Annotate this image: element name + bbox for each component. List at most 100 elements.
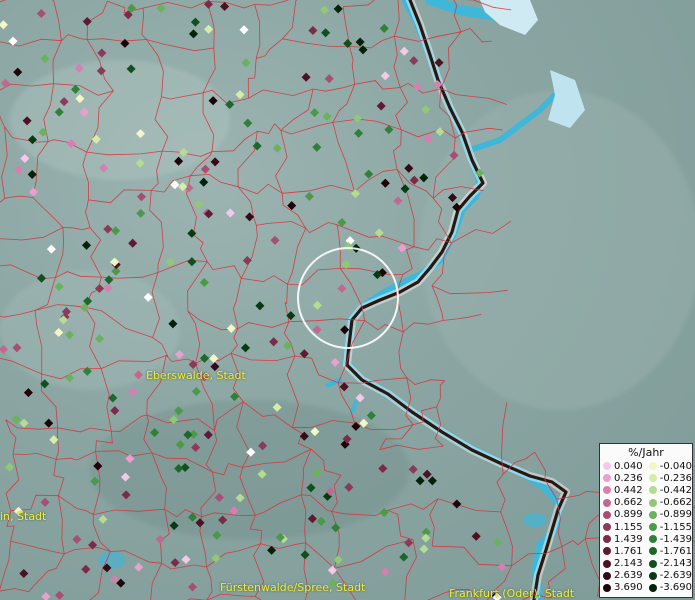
measurement-point[interactable] xyxy=(380,71,390,81)
measurement-point[interactable] xyxy=(108,393,118,403)
measurement-point[interactable] xyxy=(421,533,431,543)
measurement-point[interactable] xyxy=(350,189,360,199)
measurement-point[interactable] xyxy=(240,343,251,353)
measurement-point[interactable] xyxy=(421,105,431,115)
measurement-point[interactable] xyxy=(199,177,209,187)
measurement-point[interactable] xyxy=(376,101,386,111)
measurement-point[interactable] xyxy=(330,357,340,367)
measurement-point[interactable] xyxy=(111,226,121,236)
measurement-point[interactable] xyxy=(269,337,279,347)
measurement-point[interactable] xyxy=(20,153,30,164)
measurement-point[interactable] xyxy=(0,20,8,30)
measurement-point[interactable] xyxy=(187,582,198,592)
measurement-point[interactable] xyxy=(19,568,29,579)
measurement-point[interactable] xyxy=(333,4,343,14)
measurement-point[interactable] xyxy=(165,257,175,267)
measurement-point[interactable] xyxy=(156,3,166,13)
measurement-point[interactable] xyxy=(187,228,197,238)
measurement-point[interactable] xyxy=(379,23,389,33)
measurement-point[interactable] xyxy=(23,388,33,398)
measurement-point[interactable] xyxy=(312,142,322,152)
measurement-point[interactable] xyxy=(178,182,188,192)
measurement-point[interactable] xyxy=(103,224,113,234)
measurement-point[interactable] xyxy=(204,24,214,34)
measurement-point[interactable] xyxy=(308,25,318,36)
measurement-point[interactable] xyxy=(399,552,409,562)
measurement-point[interactable] xyxy=(190,17,200,27)
measurement-point[interactable] xyxy=(413,82,423,92)
measurement-point[interactable] xyxy=(72,534,82,544)
measurement-point[interactable] xyxy=(397,243,407,253)
measurement-point[interactable] xyxy=(286,311,296,321)
measurement-point[interactable] xyxy=(11,414,21,424)
measurement-point[interactable] xyxy=(427,476,437,486)
measurement-point[interactable] xyxy=(27,169,37,180)
measurement-point[interactable] xyxy=(243,118,253,128)
measurement-point[interactable] xyxy=(355,37,365,47)
measurement-point[interactable] xyxy=(321,28,331,38)
measurement-point[interactable] xyxy=(255,301,265,311)
measurement-point[interactable] xyxy=(270,235,280,245)
measurement-point[interactable] xyxy=(339,382,349,392)
measurement-point[interactable] xyxy=(352,113,362,123)
measurement-point[interactable] xyxy=(322,111,332,122)
measurement-point[interactable] xyxy=(40,497,50,507)
measurement-point[interactable] xyxy=(187,257,197,267)
measurement-point[interactable] xyxy=(380,567,390,577)
measurement-point[interactable] xyxy=(333,555,343,565)
measurement-point[interactable] xyxy=(46,244,56,254)
measurement-point[interactable] xyxy=(14,165,24,175)
measurement-point[interactable] xyxy=(41,592,51,600)
measurement-point[interactable] xyxy=(194,200,204,210)
measurement-point[interactable] xyxy=(230,392,240,402)
measurement-point[interactable] xyxy=(134,562,144,572)
measurement-point[interactable] xyxy=(81,564,91,574)
measurement-point[interactable] xyxy=(44,418,54,428)
measurement-point[interactable] xyxy=(452,499,462,509)
measurement-point[interactable] xyxy=(226,323,236,334)
measurement-point[interactable] xyxy=(422,469,432,479)
measurement-point[interactable] xyxy=(358,45,368,55)
measurement-point[interactable] xyxy=(5,462,15,472)
measurement-point[interactable] xyxy=(242,255,252,266)
measurement-point[interactable] xyxy=(235,90,245,100)
measurement-point[interactable] xyxy=(155,534,165,544)
measurement-point[interactable] xyxy=(423,134,433,144)
measurement-point[interactable] xyxy=(435,127,445,137)
measurement-point[interactable] xyxy=(304,191,314,201)
measurement-point[interactable] xyxy=(13,67,23,77)
measurement-point[interactable] xyxy=(81,240,92,250)
measurement-point[interactable] xyxy=(97,48,107,58)
measurement-point[interactable] xyxy=(19,418,29,428)
measurement-point[interactable] xyxy=(337,283,347,294)
measurement-point[interactable] xyxy=(54,590,65,600)
measurement-point[interactable] xyxy=(120,38,130,48)
measurement-point[interactable] xyxy=(497,562,507,572)
measurement-point[interactable] xyxy=(49,435,59,445)
measurement-point[interactable] xyxy=(310,108,320,118)
measurement-point[interactable] xyxy=(200,164,210,174)
measurement-point[interactable] xyxy=(252,141,262,151)
measurement-point[interactable] xyxy=(324,74,334,84)
measurement-point[interactable] xyxy=(341,259,351,270)
measurement-point[interactable] xyxy=(174,349,184,360)
measurement-point[interactable] xyxy=(199,353,210,363)
map-canvas[interactable] xyxy=(0,0,695,600)
measurement-point[interactable] xyxy=(210,157,220,167)
measurement-point[interactable] xyxy=(209,353,219,364)
measurement-point[interactable] xyxy=(409,56,419,66)
measurement-point[interactable] xyxy=(400,184,410,194)
measurement-point[interactable] xyxy=(136,192,147,202)
measurement-point[interactable] xyxy=(110,406,120,416)
measurement-point[interactable] xyxy=(404,163,414,173)
measurement-point[interactable] xyxy=(272,143,282,153)
measurement-point[interactable] xyxy=(409,175,419,185)
measurement-point[interactable] xyxy=(312,300,322,310)
measurement-point[interactable] xyxy=(170,558,180,568)
measurement-point[interactable] xyxy=(471,531,481,541)
measurement-point[interactable] xyxy=(239,25,249,35)
measurement-point[interactable] xyxy=(312,325,322,335)
measurement-point[interactable] xyxy=(188,29,199,39)
measurement-point[interactable] xyxy=(419,544,429,554)
measurement-point[interactable] xyxy=(128,238,138,248)
